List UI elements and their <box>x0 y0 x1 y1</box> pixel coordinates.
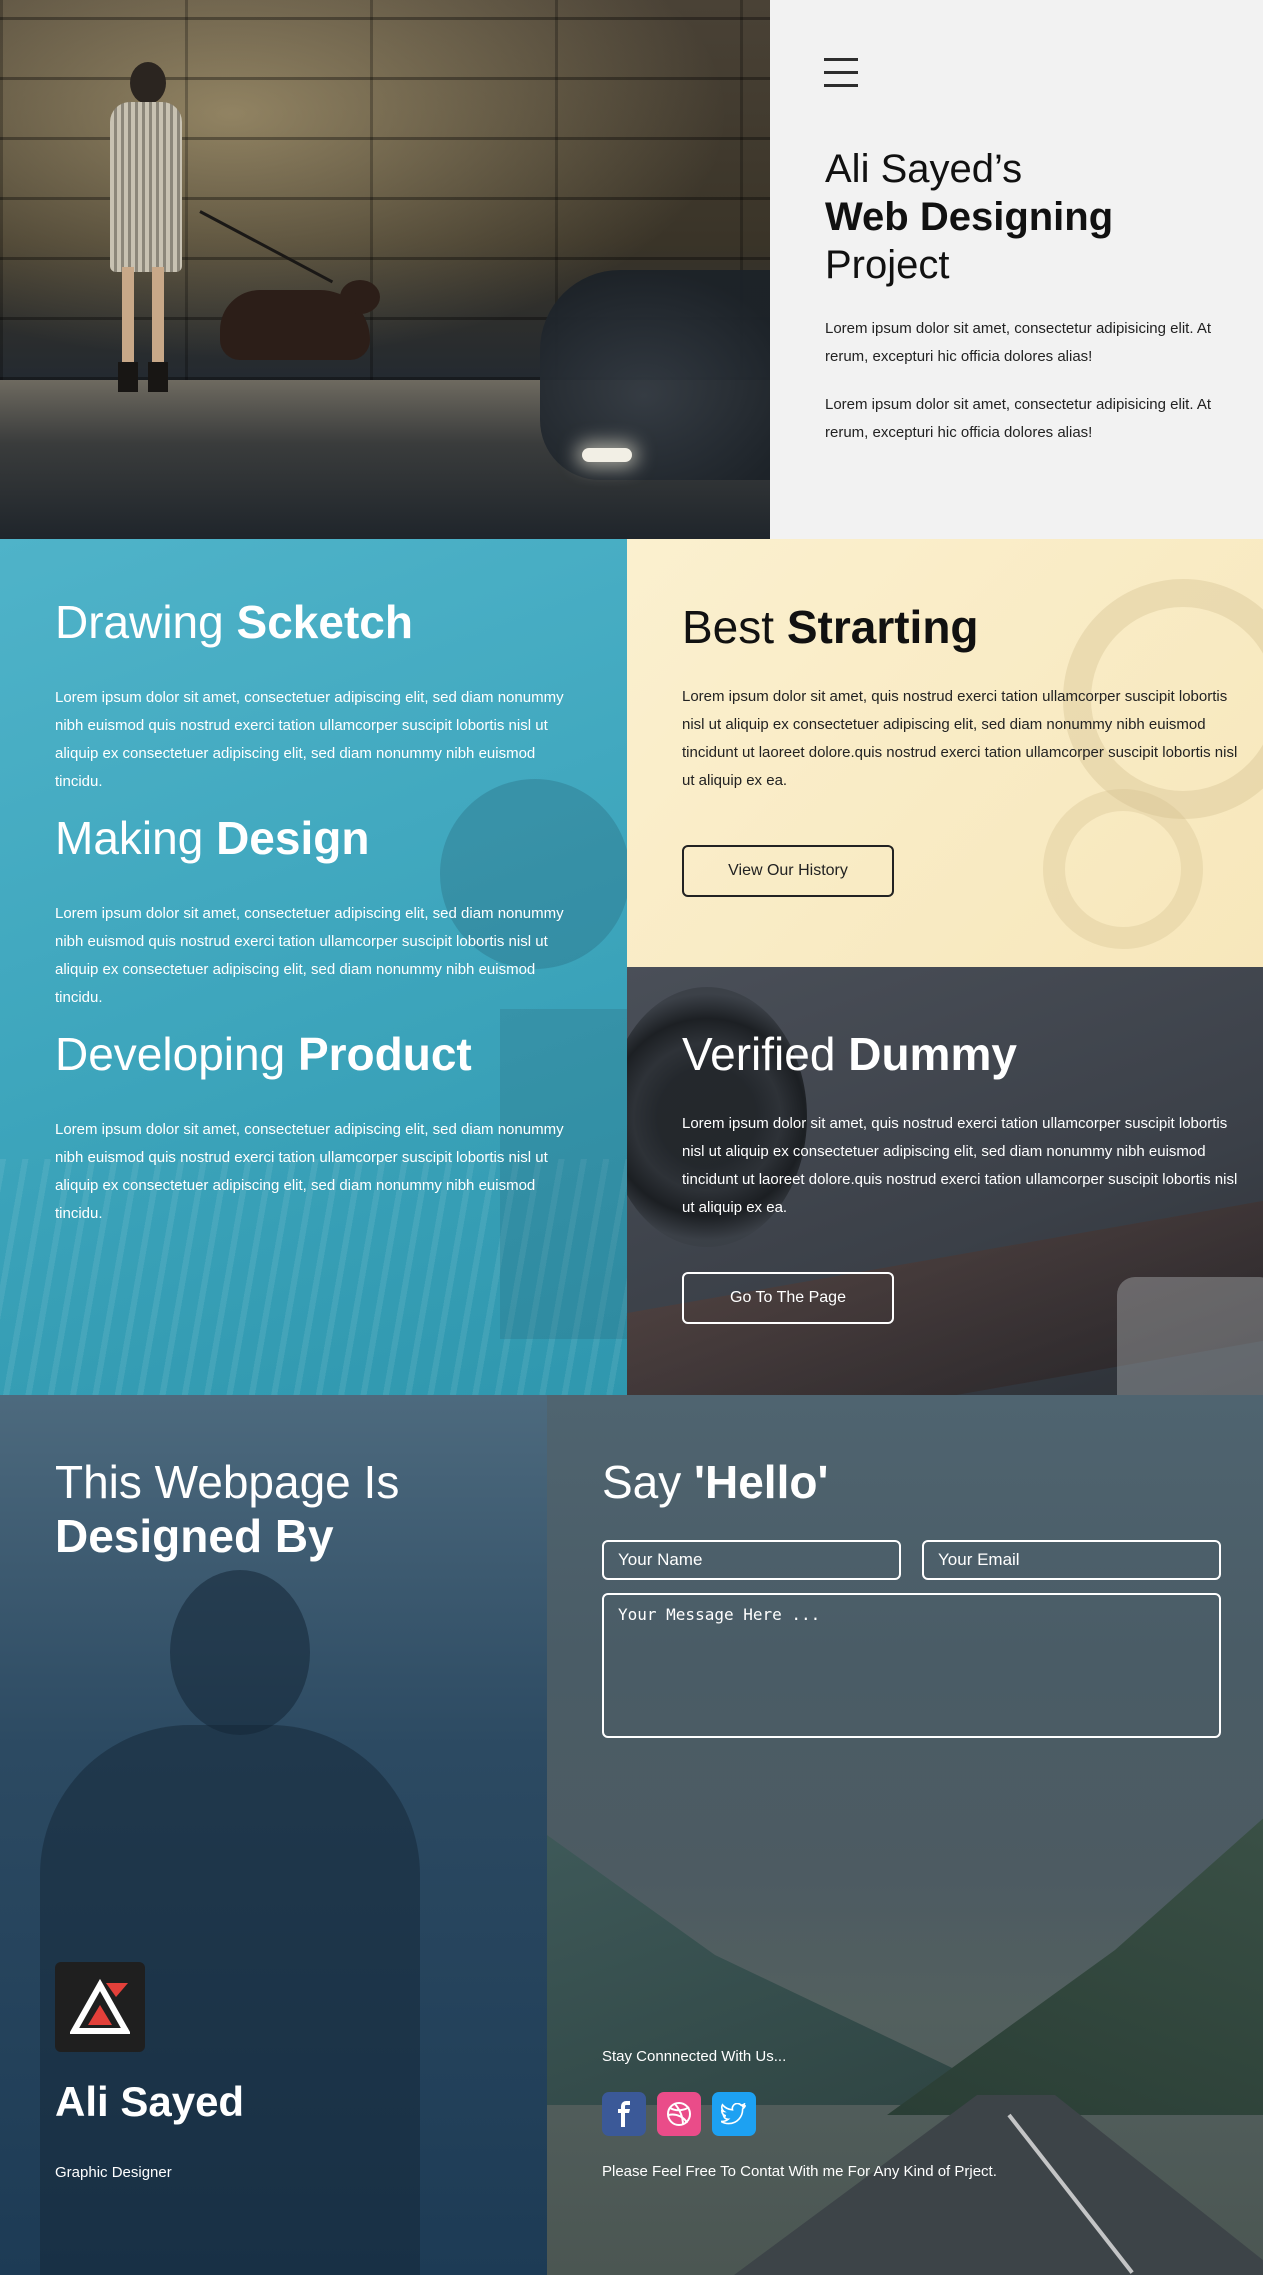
menu-bar <box>824 71 858 74</box>
logo-triangle-icon <box>70 1979 130 2034</box>
feature-text-1: Lorem ipsum dolor sit amet, consectetuer… <box>55 689 564 790</box>
hero-paragraph-2: Lorem ipsum dolor sit amet, consectetur … <box>825 396 1212 441</box>
features-section: Drawing Scketch Lorem ipsum dolor sit am… <box>0 539 627 1395</box>
designer-role: Graphic Designer <box>55 2164 172 2181</box>
twitter-glyph <box>721 2103 746 2125</box>
hero-section: Ali Sayed’s Web Designing Project Lorem … <box>0 0 1263 539</box>
twitter-icon[interactable] <box>712 2092 756 2136</box>
feature-title-1: Drawing Scketch <box>55 595 413 649</box>
contact-section: Say 'Hello' Stay Connnected With Us... P… <box>547 1395 1263 2275</box>
hero-paragraph-1: Lorem ipsum dolor sit amet, consectetur … <box>825 320 1212 365</box>
woman-boot-left <box>118 362 138 392</box>
verified-title: Verified Dummy <box>682 1027 1017 1081</box>
verified-text: Lorem ipsum dolor sit amet, quis nostrud… <box>682 1115 1238 1216</box>
verified-title-light: Verified <box>682 1028 849 1080</box>
about-title: This Webpage Is Designed By <box>55 1455 399 1563</box>
hero-photo <box>0 0 770 539</box>
car-shape <box>540 270 770 480</box>
menu-bar <box>824 84 858 87</box>
feature-text-3: Lorem ipsum dolor sit amet, consectetuer… <box>55 1121 564 1222</box>
contact-note: Please Feel Free To Contat With me For A… <box>602 2163 997 2180</box>
contact-title-bold: 'Hello' <box>694 1456 829 1508</box>
designer-name: Ali Sayed <box>55 2078 245 2125</box>
feature-title-3-light: Developing <box>55 1028 298 1080</box>
feature-title-2-bold: Design <box>216 812 370 864</box>
dribbble-icon[interactable] <box>657 2092 701 2136</box>
email-input[interactable] <box>922 1540 1221 1580</box>
feature-title-2-light: Making <box>55 812 217 864</box>
facebook-glyph <box>618 2101 630 2127</box>
title-line-3: Project <box>825 243 950 287</box>
feature-title-1-light: Drawing <box>55 596 237 648</box>
feature-title-3-bold: Product <box>297 1028 472 1080</box>
decor-mug <box>1117 1277 1263 1395</box>
dribbble-glyph <box>667 2102 691 2126</box>
verified-title-bold: Dummy <box>848 1028 1017 1080</box>
silhouette-head <box>170 1570 310 1735</box>
facebook-icon[interactable] <box>602 2092 646 2136</box>
decor-ring <box>1043 789 1203 949</box>
title-line-2: Web Designing <box>825 195 1114 239</box>
about-section: This Webpage Is Designed By Ali Sayed Gr… <box>0 1395 547 2275</box>
name-input[interactable] <box>602 1540 901 1580</box>
dog-head <box>340 280 380 314</box>
hamburger-icon[interactable] <box>824 58 858 92</box>
best-title-light: Best <box>682 601 787 653</box>
best-text: Lorem ipsum dolor sit amet, quis nostrud… <box>682 688 1238 789</box>
feature-title-1-bold: Scketch <box>236 596 413 648</box>
about-title-line-1: This Webpage Is <box>55 1456 400 1508</box>
best-starting-section: Best Strarting Lorem ipsum dolor sit ame… <box>627 539 1263 967</box>
contact-title-light: Say <box>602 1456 695 1508</box>
about-title-line-2: Designed By <box>55 1510 334 1562</box>
page-title: Ali Sayed’s Web Designing Project <box>825 145 1113 289</box>
feature-title-2: Making Design <box>55 811 369 865</box>
woman-dress <box>110 102 182 272</box>
hero-text-panel: Ali Sayed’s Web Designing Project Lorem … <box>770 0 1263 539</box>
view-history-button[interactable]: View Our History <box>682 845 894 897</box>
logo <box>55 1962 145 2052</box>
contact-title: Say 'Hello' <box>602 1455 828 1509</box>
stay-connected-label: Stay Connnected With Us... <box>602 2048 787 2065</box>
menu-bar <box>824 58 858 61</box>
woman-boot-right <box>148 362 168 392</box>
feature-title-3: Developing Product <box>55 1027 472 1081</box>
road <box>707 2095 1263 2275</box>
go-to-page-button[interactable]: Go To The Page <box>682 1272 894 1324</box>
best-title: Best Strarting <box>682 600 979 654</box>
best-title-bold: Strarting <box>786 601 979 653</box>
car-headlight <box>582 448 632 462</box>
verified-section: Verified Dummy Lorem ipsum dolor sit ame… <box>627 967 1263 1395</box>
woman-head <box>130 62 166 104</box>
feature-text-2: Lorem ipsum dolor sit amet, consectetuer… <box>55 905 564 1006</box>
title-line-1: Ali Sayed’s <box>825 147 1023 191</box>
woman-figure <box>92 62 192 392</box>
social-links <box>602 2092 756 2136</box>
message-textarea[interactable] <box>602 1593 1221 1738</box>
